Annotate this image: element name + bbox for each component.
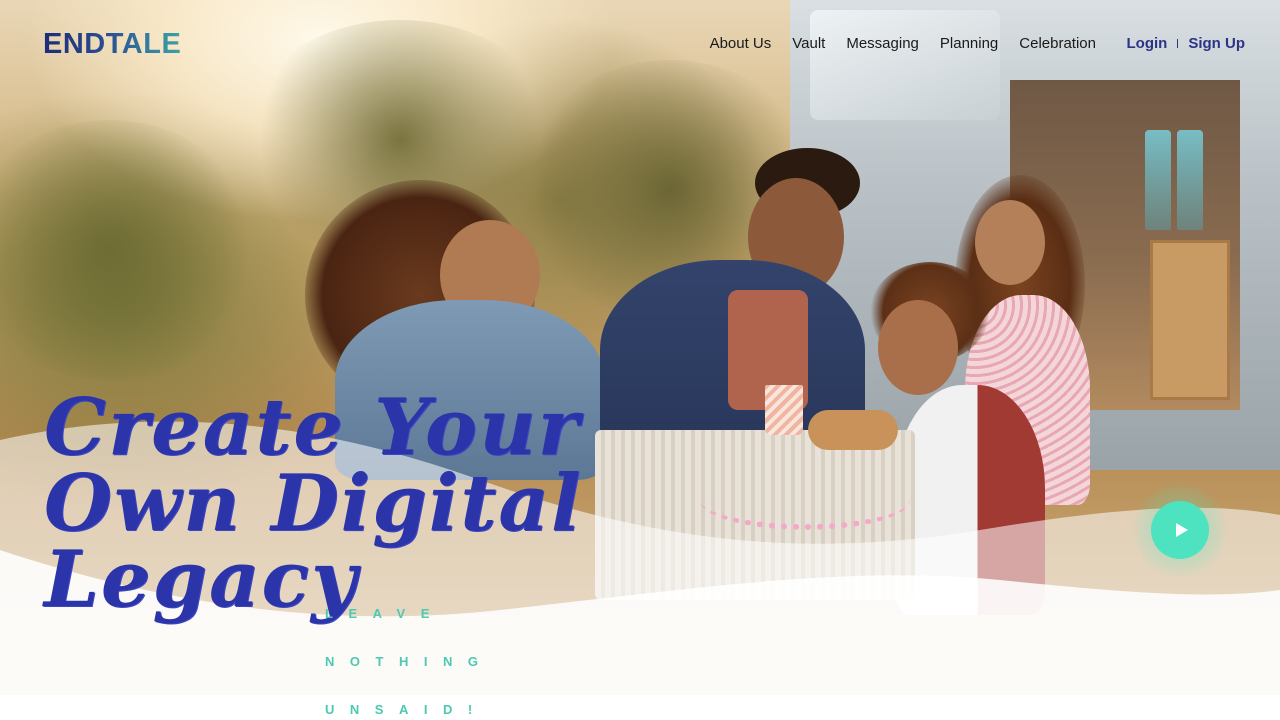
girl-head (975, 200, 1045, 285)
auth-separator (1177, 39, 1179, 48)
play-video-button[interactable] (1151, 501, 1209, 559)
nav-vault[interactable]: Vault (792, 35, 825, 52)
tagline-line: NOTHING (325, 654, 494, 669)
auth-links: Login Sign Up (1127, 35, 1246, 52)
headline-line: Create Your (44, 382, 581, 473)
tree-foliage (0, 120, 260, 380)
glass (1177, 130, 1203, 230)
van-window (810, 10, 1000, 120)
main-nav: About Us Vault Messaging Planning Celebr… (689, 35, 1096, 52)
boy-head (878, 300, 958, 395)
van-shelf (1150, 240, 1230, 400)
signup-link[interactable]: Sign Up (1188, 35, 1245, 52)
nav-messaging[interactable]: Messaging (846, 35, 919, 52)
headline-line: Legacy (44, 534, 359, 625)
headline-line: Own Digital (44, 458, 583, 549)
nav-celebration[interactable]: Celebration (1019, 35, 1096, 52)
glass (1145, 130, 1171, 230)
flower-garland (700, 470, 910, 530)
nav-planning[interactable]: Planning (940, 35, 998, 52)
hero-headline: Create Your Own Digital Legacy (44, 382, 604, 625)
tagline-line: UNSAID! (325, 702, 488, 717)
boy-body (895, 385, 1045, 615)
play-icon (1176, 523, 1188, 537)
paper-cup (765, 385, 803, 435)
endtale-logo[interactable]: ENDTALE (43, 28, 181, 61)
login-link[interactable]: Login (1127, 35, 1168, 52)
tagline-line: LEAVE (325, 606, 445, 621)
nav-about-us[interactable]: About Us (710, 35, 772, 52)
bread-loaf (808, 410, 898, 450)
hero-tagline: LEAVE NOTHING UNSAID! (325, 590, 493, 720)
